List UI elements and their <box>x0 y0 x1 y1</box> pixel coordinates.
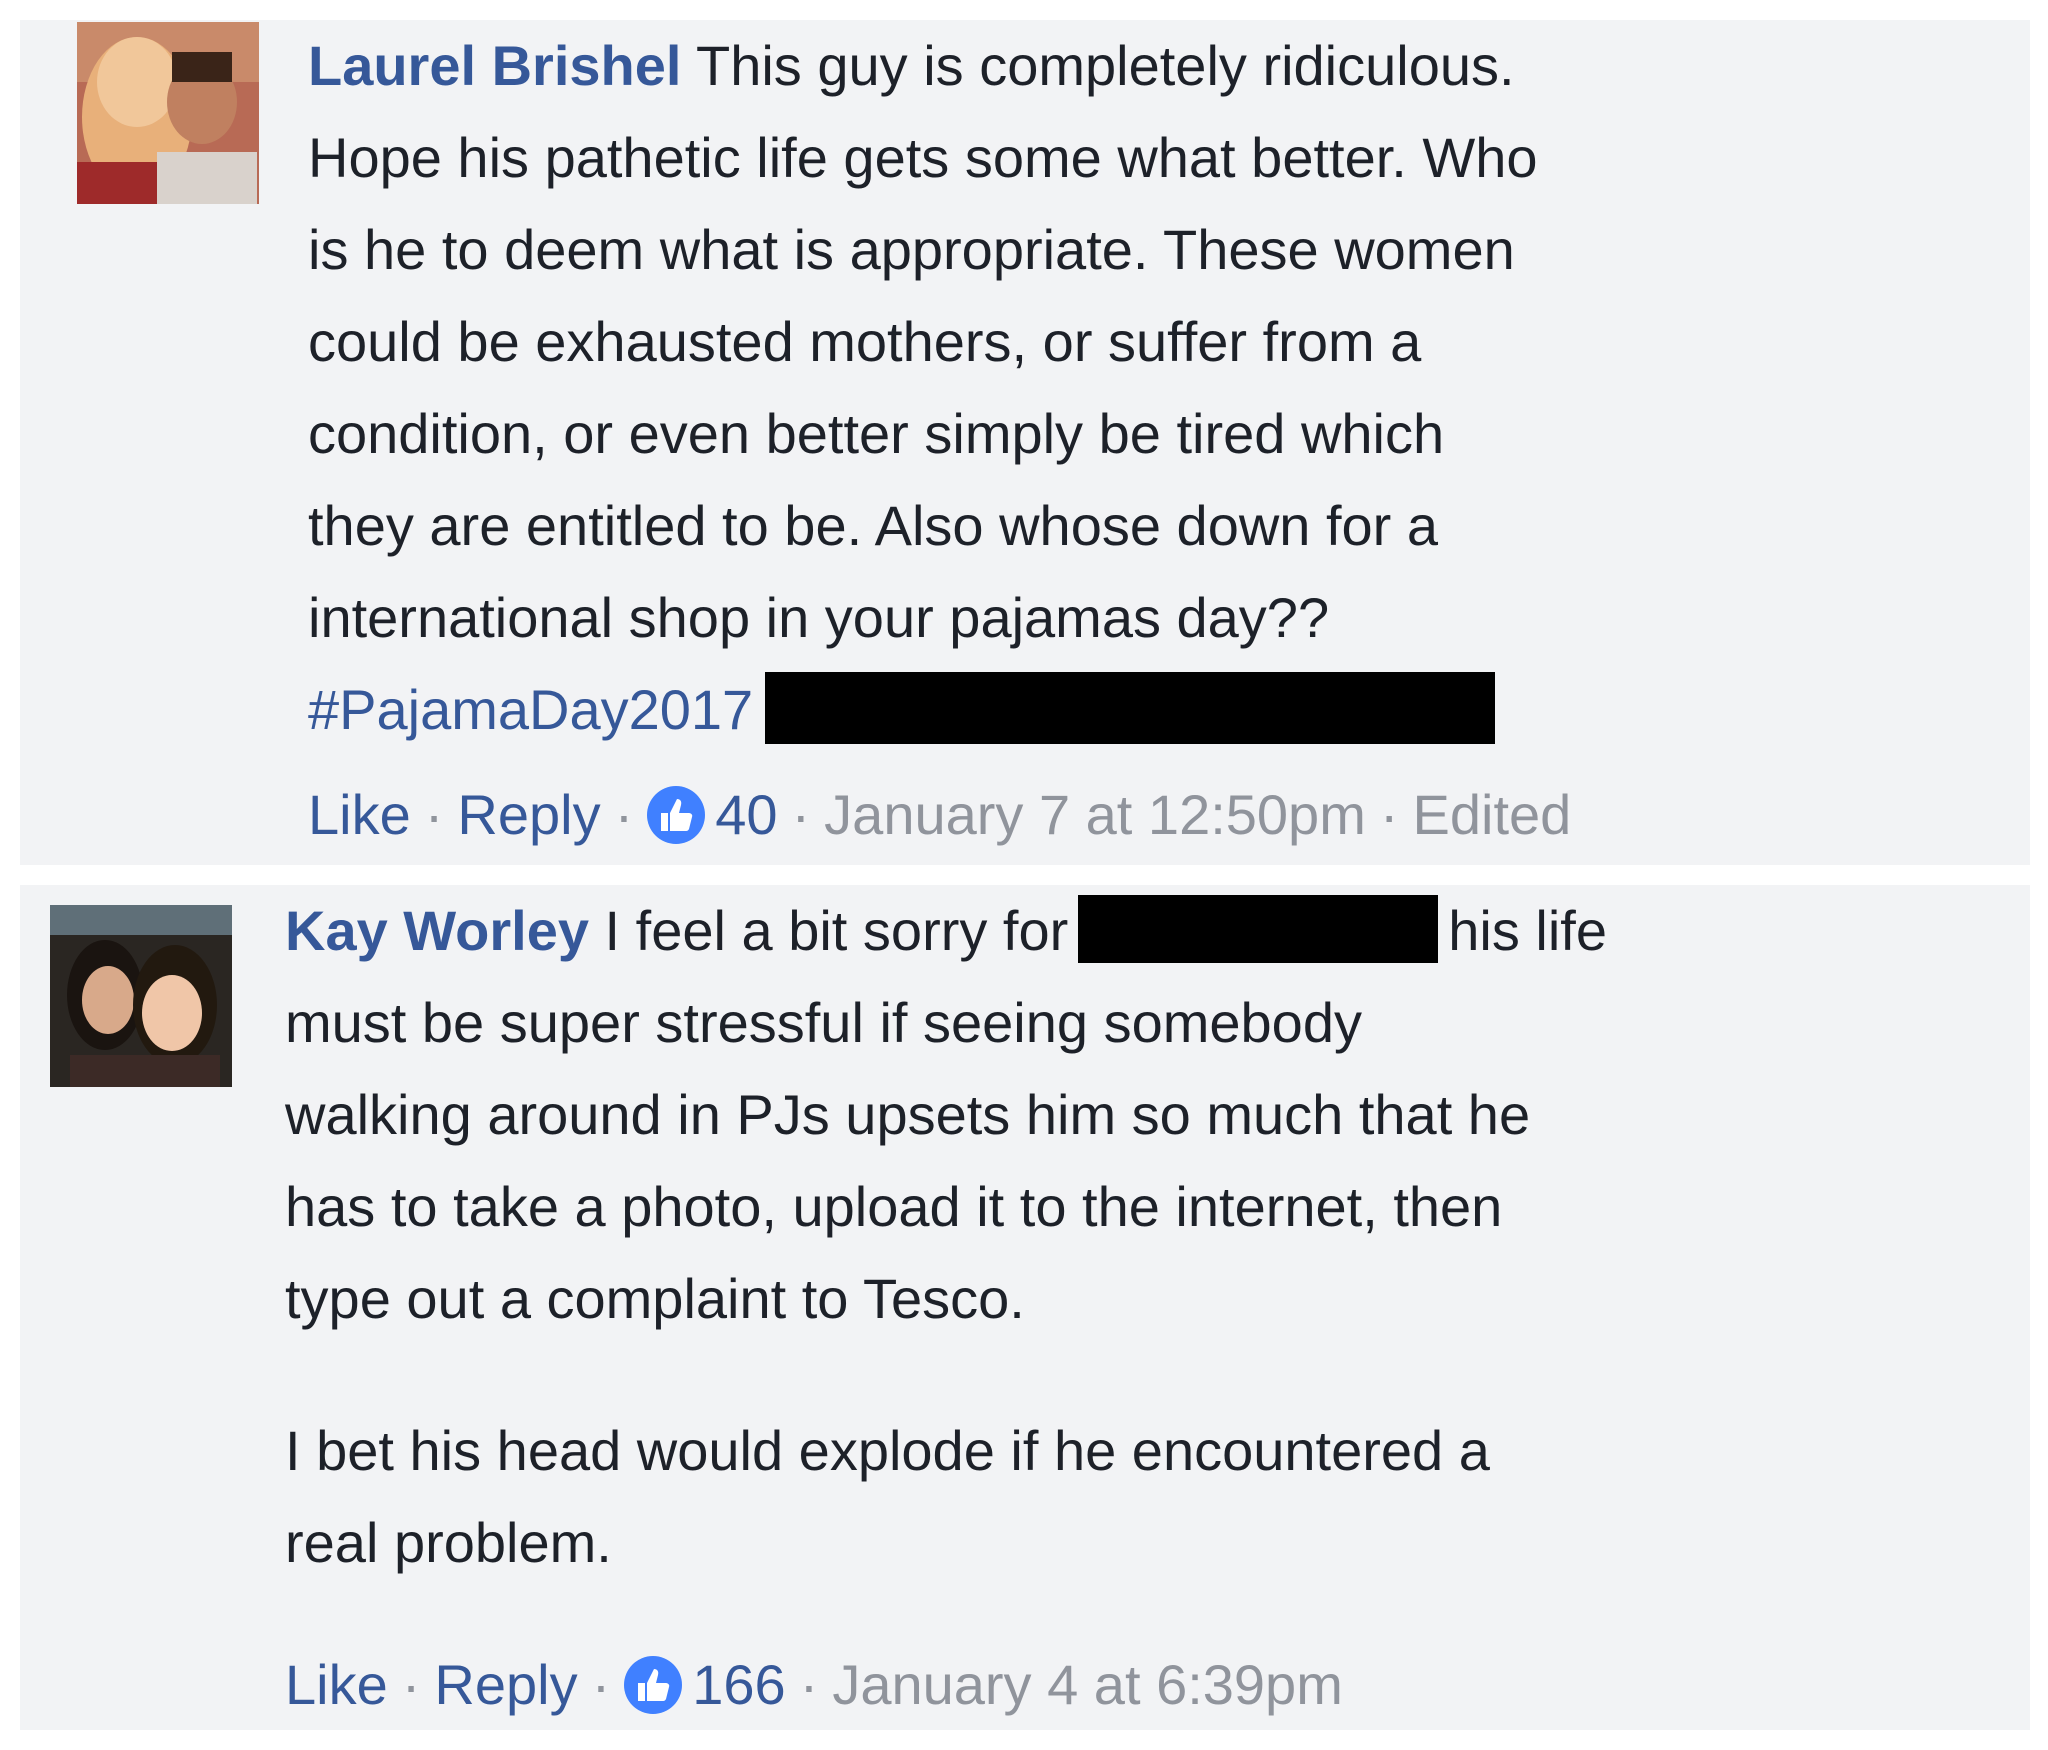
separator-dot: · <box>401 1653 421 1716</box>
avatar[interactable] <box>77 22 259 204</box>
separator-dot: · <box>799 1653 819 1716</box>
comment-text: his life <box>1448 899 1608 962</box>
like-button[interactable]: Like <box>308 780 411 850</box>
avatar-photo <box>77 22 259 204</box>
author-name[interactable]: Kay Worley <box>285 899 589 962</box>
separator-dot: · <box>424 783 444 846</box>
comment-body: Laurel Brishel This guy is completely ri… <box>308 20 1948 756</box>
avatar[interactable] <box>50 905 232 1087</box>
separator-dot: · <box>614 783 634 846</box>
thumbs-up-icon[interactable] <box>624 1656 683 1714</box>
separator-dot: · <box>591 1653 611 1716</box>
comment-text: is he to deem what is appropriate. These… <box>308 218 1515 281</box>
reply-button[interactable]: Reply <box>434 1650 577 1720</box>
reaction-count[interactable]: 40 <box>715 780 777 850</box>
comment-kay-worley: Kay Worley I feel a bit sorry for his lif… <box>20 885 2030 1730</box>
timestamp[interactable]: January 4 at 6:39pm <box>832 1650 1343 1720</box>
comment-text: must be super stressful if seeing somebo… <box>285 991 1362 1054</box>
thumbs-up-icon[interactable] <box>647 786 706 844</box>
comment-text: I bet his head would explode if he encou… <box>285 1419 1490 1482</box>
comment-actions: Like · Reply · 166 · January 4 at 6:39pm <box>285 1650 1343 1720</box>
hashtag-link[interactable]: #PajamaDay2017 <box>308 678 753 741</box>
comment-laurel-brishel: Laurel Brishel This guy is completely ri… <box>20 20 2030 865</box>
comment-text: has to take a photo, upload it to the in… <box>285 1175 1503 1238</box>
reaction-count[interactable]: 166 <box>692 1650 785 1720</box>
comment-text: walking around in PJs upsets him so much… <box>285 1083 1531 1146</box>
comment-line: #PajamaDay2017 <box>308 664 1948 756</box>
avatar-photo <box>50 905 232 1087</box>
comment-text: This guy is completely ridiculous. <box>696 34 1515 97</box>
separator-dot: · <box>791 783 811 846</box>
comment-text: they are entitled to be. Also whose down… <box>308 494 1439 557</box>
comment-line: Kay Worley I feel a bit sorry for his lif… <box>285 885 1985 977</box>
redaction-bar <box>765 672 1496 745</box>
comment-body: Kay Worley I feel a bit sorry for his lif… <box>285 885 1985 1589</box>
comment-text: I feel a bit sorry for <box>604 899 1069 962</box>
comment-text: condition, or even better simply be tire… <box>308 402 1445 465</box>
separator-dot: · <box>1379 783 1399 846</box>
comment-text: international shop in your pajamas day?? <box>308 586 1330 649</box>
comment-line: Laurel Brishel This guy is completely ri… <box>308 20 1948 112</box>
like-button[interactable]: Like <box>285 1650 388 1720</box>
author-name[interactable]: Laurel Brishel <box>308 34 681 97</box>
edited-label[interactable]: Edited <box>1413 780 1572 850</box>
comment-text: Hope his pathetic life gets some what be… <box>308 126 1538 189</box>
comment-text: could be exhausted mothers, or suffer fr… <box>308 310 1422 373</box>
comment-text: real problem. <box>285 1511 612 1574</box>
timestamp[interactable]: January 7 at 12:50pm <box>824 780 1366 850</box>
comment-text: type out a complaint to Tesco. <box>285 1267 1025 1330</box>
reply-button[interactable]: Reply <box>457 780 600 850</box>
comment-actions: Like · Reply · 40 · January 7 at 12:50pm… <box>308 780 1571 850</box>
redaction-bar <box>1078 895 1439 964</box>
